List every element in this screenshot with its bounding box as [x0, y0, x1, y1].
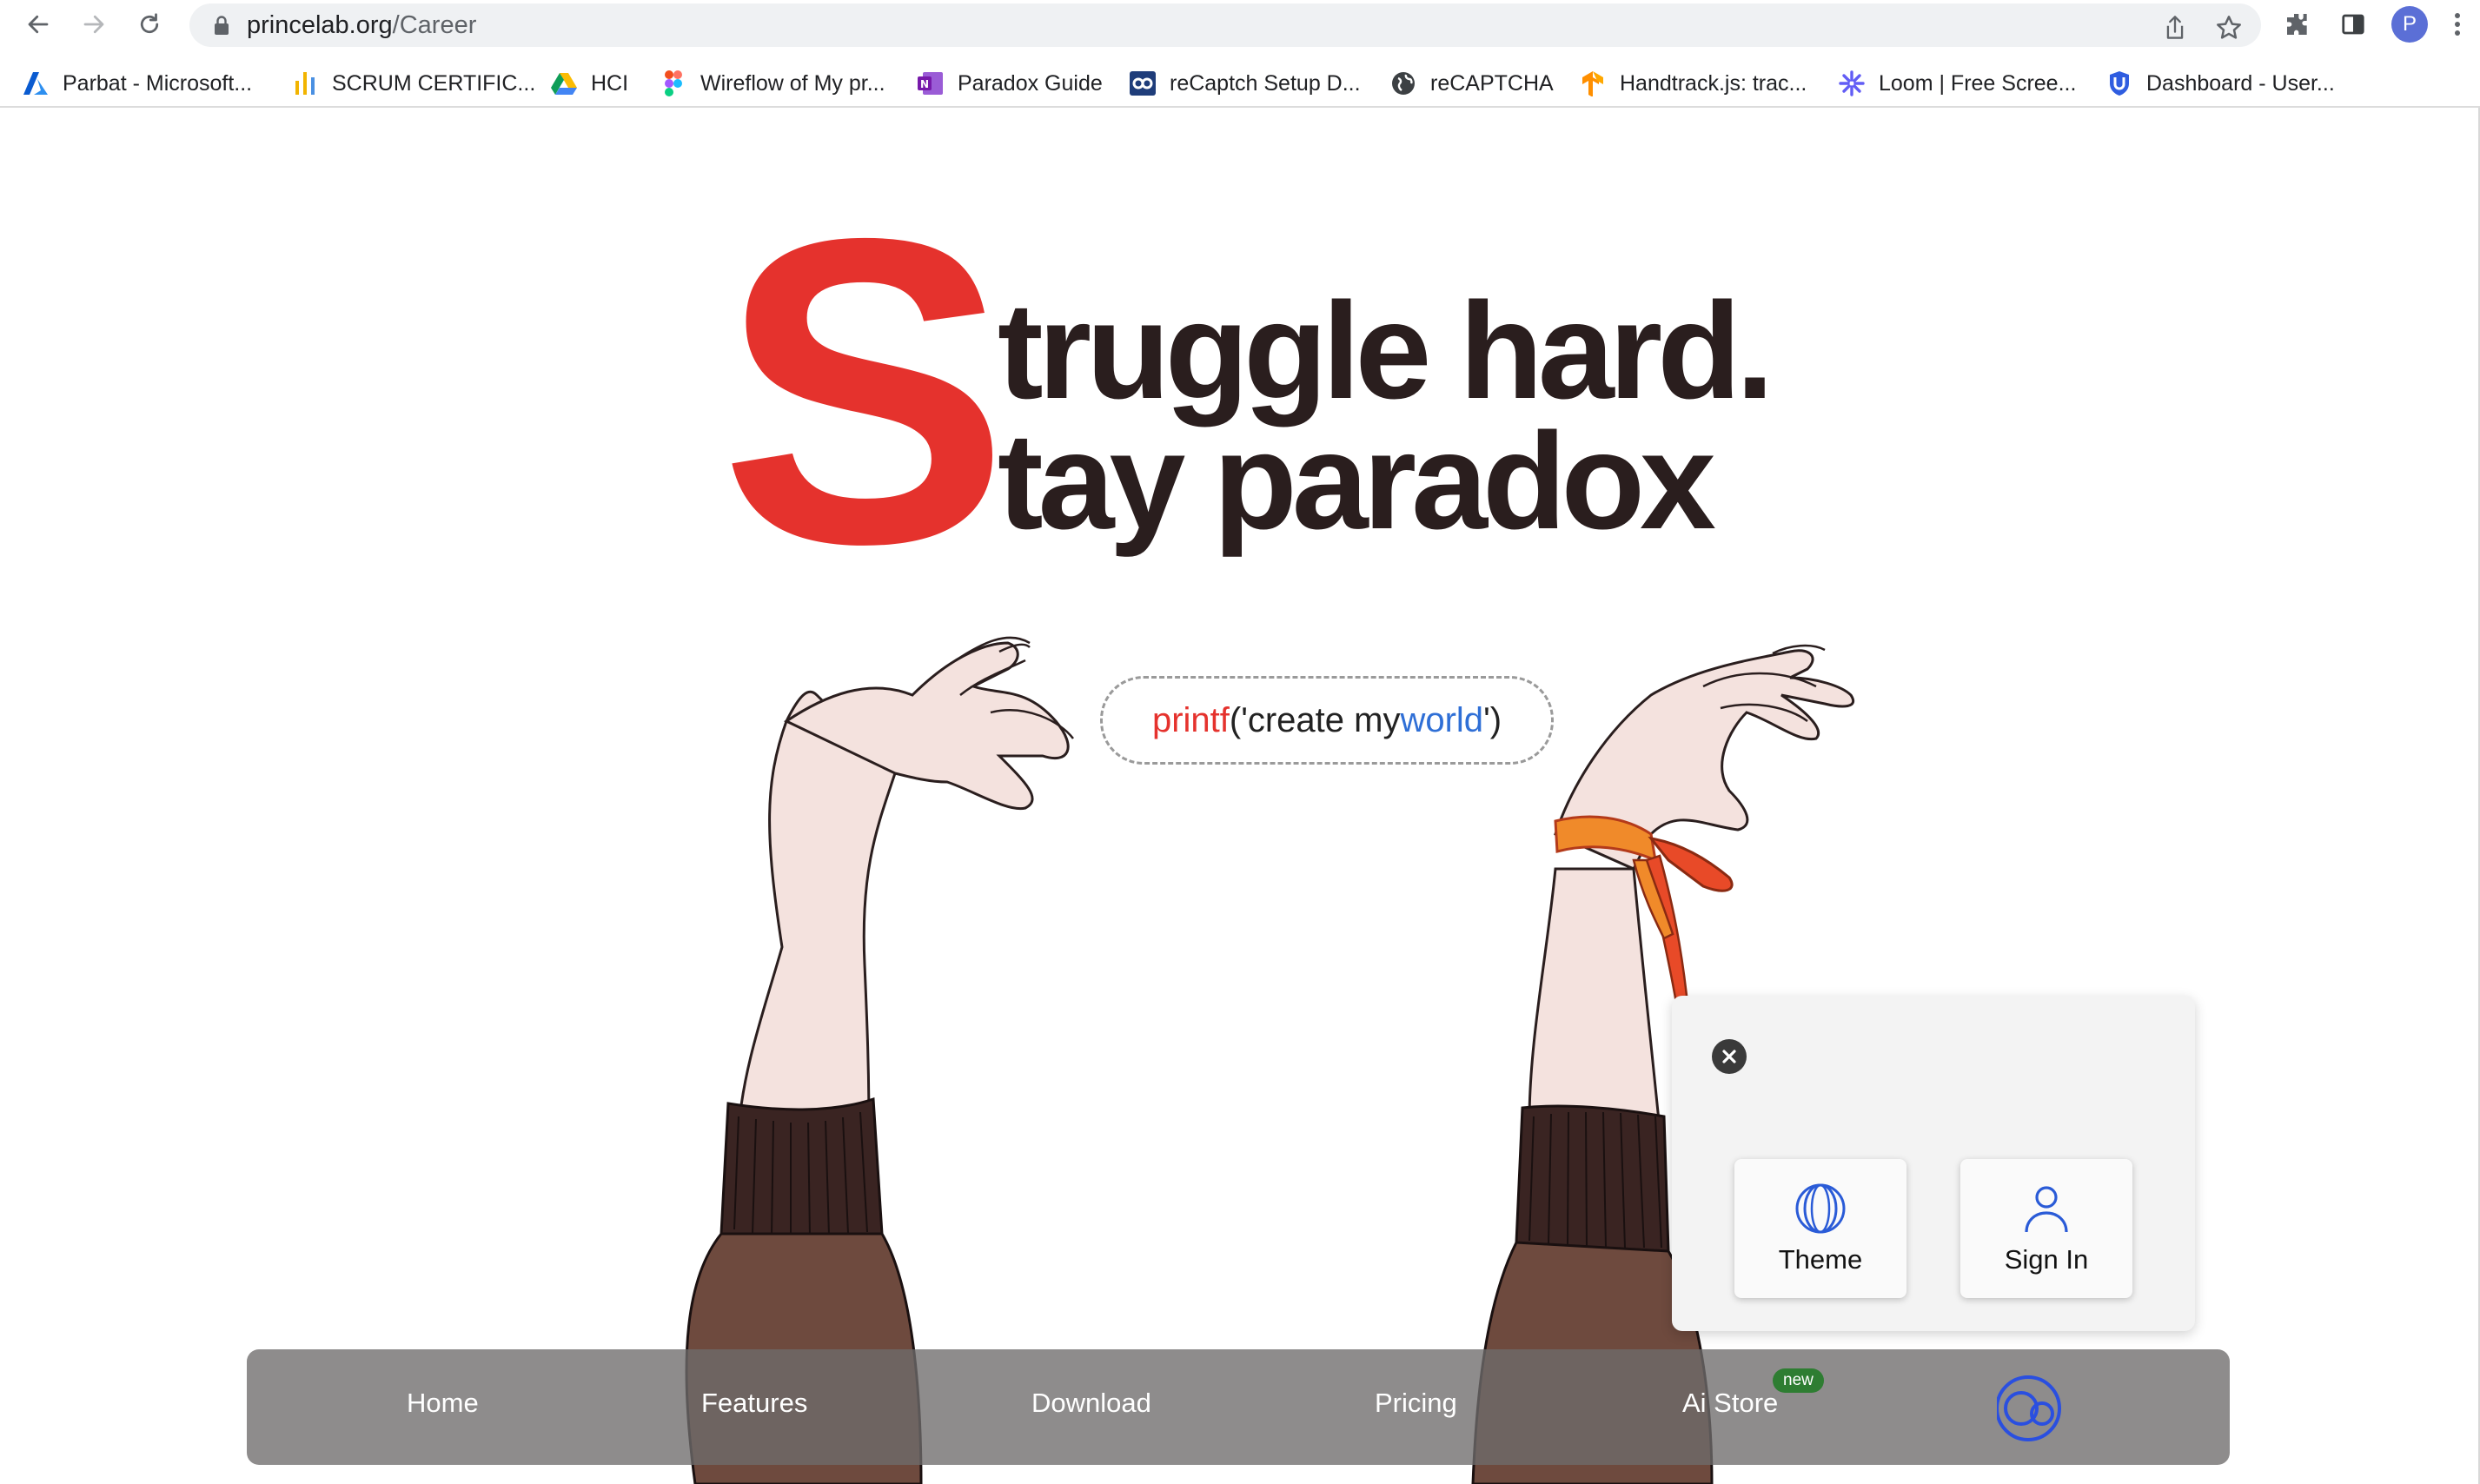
- paradox-logo-icon[interactable]: [1997, 1374, 2066, 1443]
- nav-ai-store[interactable]: Ai Store: [1682, 1388, 1778, 1419]
- code-world: world: [1400, 700, 1484, 739]
- theme-label: Theme: [1778, 1244, 1863, 1275]
- bottom-navigation: Home Features Download Pricing Ai Store …: [247, 1349, 2230, 1465]
- nav-pricing[interactable]: Pricing: [1375, 1388, 1457, 1419]
- nav-download[interactable]: Download: [1031, 1388, 1151, 1419]
- close-icon: [1722, 1050, 1736, 1063]
- code-close: '): [1483, 700, 1502, 739]
- code-function: printf: [1151, 700, 1230, 739]
- code-snippet-pill: printf ('create my world '): [1100, 676, 1554, 765]
- sign-in-button[interactable]: Sign In: [1960, 1159, 2132, 1298]
- code-open: ('create my: [1229, 700, 1401, 739]
- theme-globe-icon: [1795, 1183, 1846, 1234]
- quick-actions-popup: Theme Sign In: [1672, 996, 2195, 1331]
- new-badge: new: [1773, 1368, 1824, 1393]
- user-icon: [2025, 1186, 2068, 1233]
- nav-features[interactable]: Features: [701, 1388, 807, 1419]
- theme-button[interactable]: Theme: [1734, 1159, 1906, 1298]
- nav-home[interactable]: Home: [407, 1388, 479, 1419]
- sign-in-label: Sign In: [2004, 1244, 2089, 1275]
- close-button[interactable]: [1712, 1039, 1747, 1074]
